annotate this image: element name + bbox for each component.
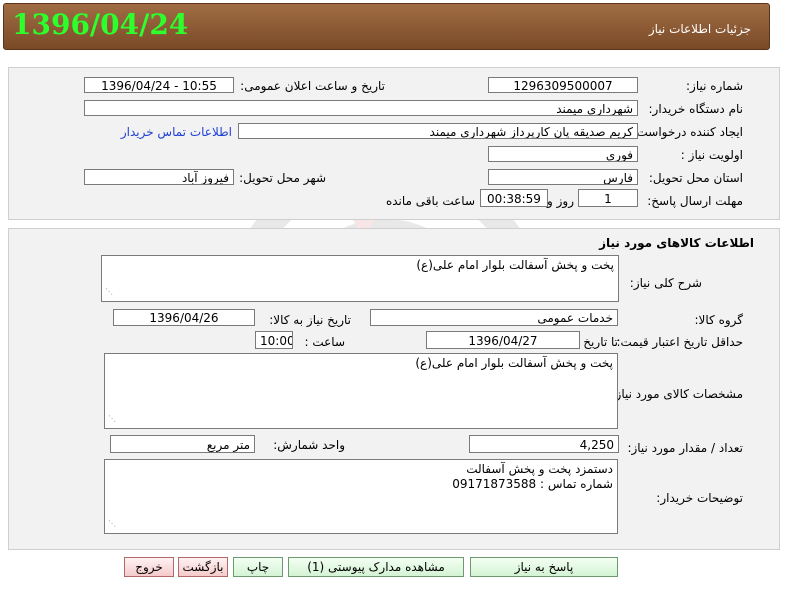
announce-date-field: 1396/04/24 - 10:55	[84, 77, 234, 93]
buyer-notes-label: توضیحات خریدار:	[656, 491, 743, 505]
print-button[interactable]: چاپ	[233, 557, 283, 577]
quantity-label: تعداد / مقدار مورد نیاز:	[627, 441, 743, 455]
quantity-field: 4,250	[469, 435, 619, 453]
until-date-field: 1396/04/27	[426, 331, 580, 349]
header-date: 1396/04/24	[12, 8, 189, 41]
unit-label: واحد شمارش:	[273, 438, 345, 452]
view-attachments-button[interactable]: مشاهده مدارک پیوستی (1)	[288, 557, 464, 577]
deadline-days-unit: روز و	[547, 194, 574, 208]
specs-text: پخت و پخش آسفالت بلوار امام علی(ع)	[415, 356, 613, 370]
reply-button[interactable]: پاسخ به نیاز	[470, 557, 618, 577]
announce-date-label: تاریخ و ساعت اعلان عمومی:	[240, 79, 385, 93]
need-date-field: 1396/04/26	[113, 309, 255, 326]
resize-grip-icon: ⋰	[105, 287, 113, 296]
min-validity-label: حداقل تاریخ اعتبار قیمت:	[616, 335, 743, 349]
goods-group-field: خدمات عمومی	[370, 309, 618, 326]
deadline-time-field: 00:38:59	[480, 189, 548, 207]
specs-label: مشخصات کالای مورد نیاز:	[611, 387, 743, 401]
province-field: فارس	[488, 169, 638, 185]
buyer-field: شهرداری میمند	[84, 100, 638, 116]
until-date-label: تا تاریخ :	[575, 335, 618, 349]
buyer-label: نام دستگاه خریدار:	[648, 102, 744, 116]
validity-time-label: ساعت :	[304, 335, 345, 349]
unit-field: متر مربع	[110, 435, 255, 453]
deadline-label: مهلت ارسال پاسخ:	[647, 194, 743, 208]
goods-group-label: گروه کالا:	[694, 313, 744, 327]
goods-section-title: اطلاعات کالاهای مورد نیاز	[599, 236, 754, 250]
deadline-days-field: 1	[578, 189, 638, 207]
need-number-field: 1296309500007	[488, 77, 638, 93]
buyer-contact-link[interactable]: اطلاعات تماس خریدار	[121, 125, 232, 139]
specs-textarea: پخت و پخش آسفالت بلوار امام علی(ع) ⋰	[104, 353, 618, 429]
summary-textarea: پخت و پخش آسفالت بلوار امام علی(ع) ⋰	[101, 255, 619, 302]
province-label: استان محل تحویل:	[648, 171, 743, 185]
creator-label: ایجاد کننده درخواست:	[632, 125, 743, 139]
remaining-time-label: ساعت باقی مانده	[385, 194, 475, 208]
exit-button[interactable]: خروج	[124, 557, 174, 577]
resize-grip-icon: ⋰	[108, 519, 116, 528]
need-number-label: شماره نیاز:	[686, 79, 743, 93]
summary-label: شرح کلی نیاز:	[629, 276, 702, 290]
header-title: جزئیات اطلاعات نیاز	[648, 22, 751, 36]
validity-time-field: 10:00	[255, 331, 293, 349]
resize-grip-icon: ⋰	[108, 414, 116, 423]
buyer-notes-textarea: دستمزد پخت و پخش آسفالت شماره تماس : 091…	[104, 459, 618, 534]
page-header: 1396/04/24 جزئیات اطلاعات نیاز	[3, 3, 770, 50]
back-button[interactable]: بازگشت	[178, 557, 228, 577]
creator-field: کریم صدیقه پان کارپرداز شهرداری میمند	[238, 123, 638, 139]
priority-field: فوری	[488, 146, 638, 162]
city-label: شهر محل تحویل:	[239, 171, 326, 185]
buyer-notes-line: دستمزد پخت و پخش آسفالت	[466, 462, 613, 476]
priority-label: اولویت نیاز :	[680, 148, 743, 162]
buyer-notes-line: شماره تماس : 09171873588	[452, 477, 613, 491]
city-field: فیروز آباد	[84, 169, 234, 185]
need-date-label: تاریخ نیاز به کالا:	[269, 313, 351, 327]
summary-text: پخت و پخش آسفالت بلوار امام علی(ع)	[416, 258, 614, 272]
